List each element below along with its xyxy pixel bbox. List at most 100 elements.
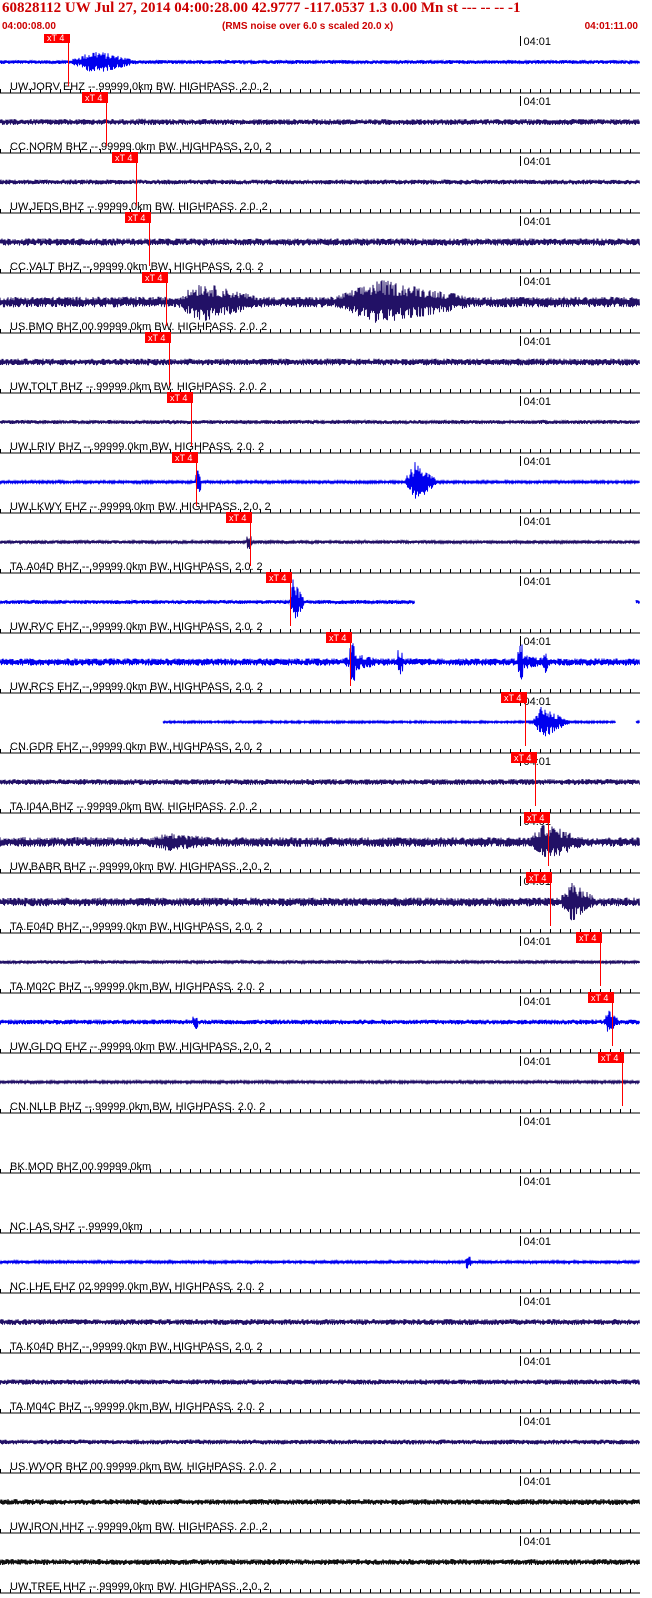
minute-tick-label: 04:01 (524, 996, 552, 1008)
station-label: UW.LKWY EHZ --.99999.0km BW. HIGHPASS. 2… (10, 501, 271, 513)
station-label: UW.JORV EHZ --.99999.0km BW. HIGHPASS. 2… (10, 81, 269, 93)
pick-label: xT 4 (527, 813, 544, 823)
waveform (0, 1499, 640, 1505)
trace-panel: 04:01 US.WVOR BHZ 00.99999.0km BW. HIGHPA… (0, 1416, 640, 1474)
waveform (0, 418, 640, 426)
minute-tick-label: 04:01 (524, 336, 552, 348)
trace-panel: 04:01 TA.A04D BHZ --.99999.0km BW. HIGHPA… (0, 512, 640, 574)
time-bar: 04:00:08.00 (RMS noise over 6.0 s scaled… (0, 21, 652, 34)
pick-label: xT 4 (229, 513, 246, 523)
trace-panel: 04:01 BK.MOD BHZ 00.99999.0km (0, 1116, 640, 1174)
minute-tick-label: 04:01 (524, 1296, 552, 1308)
minute-tick-label: 04:01 (524, 96, 552, 108)
minute-tick-label: 04:01 (524, 1476, 552, 1488)
trace-panel: 04:01 NC.LAS SHZ --.99999.0km (0, 1176, 640, 1234)
trace-panel: 04:01 UW.JEDS BHZ --.99999.0km BW. HIGHPA… (0, 152, 640, 214)
station-label: UW.LRIV BHZ --.99999.0km BW. HIGHPASS. 2… (10, 441, 264, 453)
trace-panel: 04:01 UW.GLDO EHZ --.99999.0km BW. HIGHPA… (0, 992, 640, 1054)
waveform (0, 52, 640, 72)
minute-tick-label: 04:01 (524, 1236, 552, 1248)
station-label: UW.IRON HHZ --.99999.0km BW. HIGHPASS. 2… (10, 1521, 268, 1533)
pick-label: xT 4 (601, 1053, 618, 1063)
minute-tick-label: 04:01 (524, 636, 552, 648)
minute-tick-label: 04:01 (524, 1356, 552, 1368)
pick-label: xT 4 (128, 213, 145, 223)
pick-label: xT 4 (579, 933, 596, 943)
station-label: US.WVOR BHZ 00.99999.0km BW. HIGHPASS. 2… (10, 1461, 276, 1473)
event-title: 60828112 UW Jul 27, 2014 04:00:28.00 42.… (2, 0, 521, 16)
pick-label: xT 4 (504, 693, 521, 703)
trace-panel: 04:01 TA.M04C BHZ --.99999.0km BW. HIGHPA… (0, 1356, 640, 1414)
waveform (0, 1256, 640, 1269)
station-label: TA.M04C BHZ --.99999.0km BW. HIGHPASS. 2… (10, 1401, 265, 1413)
trace-panel: 04:01 TA.K04D BHZ --.99999.0km BW. HIGHPA… (0, 1296, 640, 1354)
station-label: UW.JEDS BHZ --.99999.0km BW. HIGHPASS. 2… (10, 201, 268, 213)
station-label: TA.A04D BHZ --.99999.0km BW. HIGHPASS. 2… (10, 561, 263, 573)
trace-panel: 04:01 UW.IRON HHZ --.99999.0km BW. HIGHPA… (0, 1476, 640, 1534)
station-label: TA.E04D BHZ --.99999.0km BW. HIGHPASS. 2… (10, 921, 263, 933)
minute-tick-label: 04:01 (524, 576, 552, 588)
station-label: UW.RVC EHZ --.99999.0km BW. HIGHPASS. 2.… (10, 621, 263, 633)
minute-tick-label: 04:01 (524, 1416, 552, 1428)
minute-tick-label: 04:01 (524, 276, 552, 288)
minute-tick-label: 04:01 (524, 1176, 552, 1188)
pick-label: xT 4 (514, 753, 531, 763)
trace-panel: 04:01 NC.LHE EHZ 02.99999.0km BW. HIGHPAS… (0, 1236, 640, 1294)
trace-panel: 04:01UW.BABR BHZ --.99999.0km BW. HIGHPA… (0, 812, 640, 874)
station-label: UW.GLDO EHZ --.99999.0km BW. HIGHPASS. 2… (10, 1041, 271, 1053)
station-label: CC.NORM BHZ --.99999.0km BW. HIGHPASS. 2… (10, 141, 271, 153)
rms-note: (RMS noise over 6.0 s scaled 20.0 x) (222, 21, 394, 32)
waveform (0, 958, 640, 966)
pick-label: xT 4 (115, 153, 132, 163)
pick-label: xT 4 (269, 573, 286, 583)
minute-tick-label: 04:01 (524, 36, 552, 48)
station-label: TA.M02C BHZ --.99999.0km BW. HIGHPASS. 2… (10, 981, 265, 993)
minute-tick-label: 04:01 (524, 456, 552, 468)
minute-tick-label: 04:01 (524, 1116, 552, 1128)
pick-label: xT 4 (145, 273, 162, 283)
station-label: BK.MOD BHZ 00.99999.0km (10, 1161, 151, 1173)
waveform (0, 1439, 640, 1446)
trace-panel: 04:01 UW.RVC EHZ --.99999.0km BW. HIGHPAS… (0, 572, 640, 634)
station-label: TA.I04A BHZ --.99999.0km BW. HIGHPASS. 2… (10, 801, 257, 813)
station-label: US.BMO BHZ 00.99999.0km BW. HIGHPASS. 2.… (10, 321, 267, 333)
trace-panel: 04:01 CC.NORM BHZ --.99999.0km BW. HIGHPA… (0, 92, 640, 154)
trace-panel: 04:01 UW.LKWY EHZ --.99999.0km BW. HIGHPA… (0, 452, 640, 514)
pick-label: xT 4 (85, 93, 102, 103)
trace-panel: 04:01 CN.NLLB BHZ --.99999.0km BW. HIGHPA… (0, 1052, 640, 1114)
trace-panel: 04:01TA.E04D BHZ --.99999.0km BW. HIGHPA… (0, 872, 640, 934)
end-time: 04:01:11.00 (584, 21, 638, 32)
minute-tick-label: 04:01 (524, 396, 552, 408)
minute-tick-label: 04:01 (524, 936, 552, 948)
pick-label: xT 4 (329, 633, 346, 643)
waveform (0, 643, 640, 681)
trace-panel: 04:01 CN.GDR EHZ --.99999.0km BW. HIGHPAS… (0, 692, 640, 754)
trace-panel: 04:01 UW.TOLT BHZ --.99999.0km BW. HIGHPA… (0, 332, 640, 394)
station-label: NC.LHE EHZ 02.99999.0km BW. HIGHPASS. 2.… (10, 1281, 264, 1293)
minute-tick-label: 04:01 (524, 696, 552, 708)
minute-tick-label: 04:01 (524, 216, 552, 228)
trace-panel: 04:01TA.I04A BHZ --.99999.0km BW. HIGHPA… (0, 752, 640, 814)
waveform (0, 179, 640, 185)
station-label: UW.BABR BHZ --.99999.0km BW. HIGHPASS. 2… (10, 861, 270, 873)
start-time: 04:00:08.00 (2, 21, 56, 32)
pick-label: xT 4 (170, 393, 187, 403)
station-label: UW.RCS EHZ --.99999.0km BW. HIGHPASS. 2.… (10, 681, 263, 693)
trace-panel: 04:01 UW.JORV EHZ --.99999.0km BW. HIGHPA… (0, 34, 640, 94)
waveform (0, 1319, 640, 1325)
waveform (162, 706, 640, 737)
station-label: TA.K04D BHZ --.99999.0km BW. HIGHPASS. 2… (10, 1341, 263, 1353)
trace-panel: 04:01 UW.LRIV BHZ --.99999.0km BW. HIGHPA… (0, 392, 640, 454)
waveform (0, 1010, 640, 1032)
station-label: UW.TREE HHZ --.99999.0km BW. HIGHPASS. 2… (10, 1581, 270, 1593)
pick-label: xT 4 (148, 333, 165, 343)
pick-label: xT 4 (175, 453, 192, 463)
waveform (0, 1379, 640, 1385)
pick-label: xT 4 (47, 34, 64, 43)
record-header: 60828112 UW Jul 27, 2014 04:00:28.00 42.… (0, 0, 652, 34)
waveform (0, 536, 640, 550)
trace-panel: 04:01 UW.TREE HHZ --.99999.0km BW. HIGHPA… (0, 1536, 640, 1594)
trace-panel: 04:01 US.BMO BHZ 00.99999.0km BW. HIGHPAS… (0, 272, 640, 334)
station-label: NC.LAS SHZ --.99999.0km (10, 1221, 143, 1233)
station-label: CN.NLLB BHZ --.99999.0km BW. HIGHPASS. 2… (10, 1101, 265, 1113)
